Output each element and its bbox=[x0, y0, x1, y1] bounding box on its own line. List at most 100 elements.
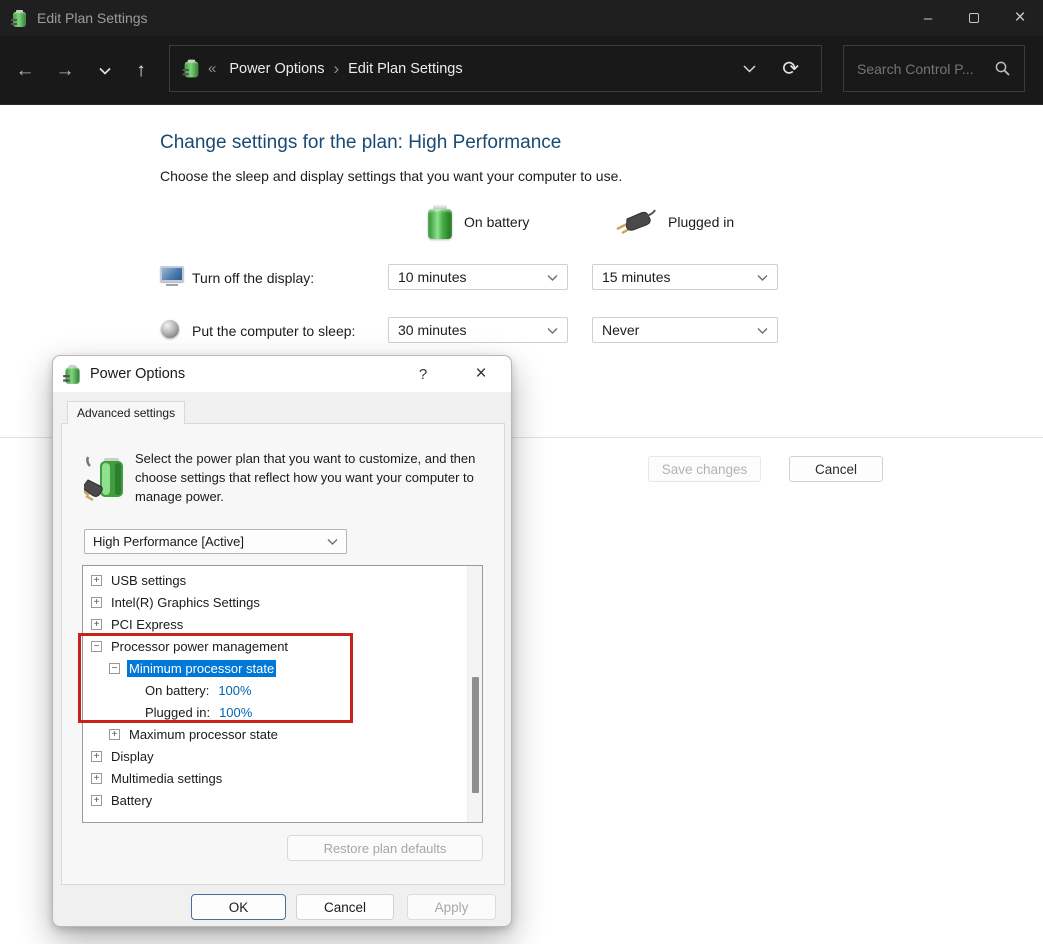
recent-pages-button[interactable] bbox=[88, 36, 122, 105]
expand-icon[interactable]: + bbox=[109, 729, 120, 740]
dialog-close-button[interactable]: × bbox=[459, 356, 503, 392]
help-icon: ? bbox=[419, 366, 427, 383]
tree-item-label[interactable]: Maximum processor state bbox=[127, 726, 280, 743]
forward-button[interactable]: → bbox=[48, 36, 82, 105]
tree-item[interactable]: On battery: 100% bbox=[83, 679, 482, 701]
sleep-on-battery-select[interactable]: 30 minutes bbox=[388, 317, 568, 343]
dialog-titlebar: Power Options ? × bbox=[53, 356, 511, 392]
tree-item[interactable]: + Display bbox=[83, 745, 482, 767]
minimize-button[interactable]: – bbox=[905, 0, 951, 36]
tree-item-label[interactable]: PCI Express bbox=[109, 616, 185, 633]
advanced-settings-panel: Select the power plan that you want to c… bbox=[61, 423, 505, 885]
tree-item-label[interactable]: Battery bbox=[109, 792, 154, 809]
tree-item-label[interactable]: On battery: bbox=[143, 682, 211, 699]
expand-icon[interactable]: + bbox=[91, 597, 102, 608]
minimize-icon: – bbox=[924, 10, 932, 27]
computer-sleep-label: Put the computer to sleep: bbox=[192, 323, 355, 339]
address-bar[interactable]: « Power Options › Edit Plan Settings ⟳ bbox=[169, 45, 822, 92]
display-plugged-in-value: 15 minutes bbox=[602, 269, 670, 285]
up-button[interactable]: ↑ bbox=[124, 36, 158, 105]
plugged-in-label: Plugged in bbox=[668, 214, 734, 230]
close-icon: × bbox=[475, 363, 486, 385]
display-icon bbox=[160, 266, 184, 286]
display-on-battery-select[interactable]: 10 minutes bbox=[388, 264, 568, 290]
settings-tree: + USB settings + Intel(R) Graphics Settings… bbox=[83, 566, 482, 811]
expand-icon[interactable]: + bbox=[91, 619, 102, 630]
window-titlebar: Edit Plan Settings – × bbox=[0, 0, 1043, 36]
refresh-icon[interactable]: ⟳ bbox=[782, 59, 799, 79]
tree-item-label[interactable]: Multimedia settings bbox=[109, 770, 224, 787]
on-battery-label: On battery bbox=[464, 214, 529, 230]
tree-item-label[interactable]: Intel(R) Graphics Settings bbox=[109, 594, 262, 611]
address-dropdown-icon[interactable] bbox=[743, 64, 756, 73]
dialog-title: Power Options bbox=[90, 366, 185, 382]
expand-icon[interactable]: + bbox=[91, 795, 102, 806]
back-icon: ← bbox=[16, 60, 35, 82]
dialog-description: Select the power plan that you want to c… bbox=[135, 449, 491, 506]
tree-item[interactable]: + Battery bbox=[83, 789, 482, 811]
collapse-icon[interactable]: − bbox=[109, 663, 120, 674]
tree-item-value[interactable]: 100% bbox=[218, 683, 251, 698]
display-plugged-in-select[interactable]: 15 minutes bbox=[592, 264, 778, 290]
window-title: Edit Plan Settings bbox=[37, 10, 148, 26]
main-cancel-button[interactable]: Cancel bbox=[789, 456, 883, 482]
page-title: Change settings for the plan: High Perfo… bbox=[160, 132, 561, 154]
tree-item[interactable]: + Maximum processor state bbox=[83, 723, 482, 745]
sleep-on-battery-value: 30 minutes bbox=[398, 322, 466, 338]
up-icon: ↑ bbox=[136, 60, 146, 82]
tree-item[interactable]: −Minimum processor state bbox=[83, 657, 482, 679]
ok-button[interactable]: OK bbox=[191, 894, 286, 920]
plug-icon bbox=[614, 209, 656, 235]
save-changes-button[interactable]: Save changes bbox=[648, 456, 761, 482]
help-button[interactable]: ? bbox=[401, 356, 445, 392]
tree-item-value[interactable]: 100% bbox=[219, 705, 252, 720]
sleep-plugged-in-select[interactable]: Never bbox=[592, 317, 778, 343]
breadcrumb-separator-icon: › bbox=[333, 59, 339, 79]
tree-item-label[interactable]: Plugged in: bbox=[143, 704, 212, 721]
tree-item[interactable]: −Processor power management bbox=[83, 635, 482, 657]
power-plan-select[interactable]: High Performance [Active] bbox=[84, 529, 347, 554]
tree-item-label[interactable]: Minimum processor state bbox=[127, 660, 276, 677]
tree-item[interactable]: + Multimedia settings bbox=[83, 767, 482, 789]
scrollbar-thumb[interactable] bbox=[472, 677, 479, 793]
dialog-cancel-button[interactable]: Cancel bbox=[296, 894, 394, 920]
expand-icon[interactable]: + bbox=[91, 751, 102, 762]
tree-item-label[interactable]: USB settings bbox=[109, 572, 188, 589]
chevron-down-icon bbox=[547, 274, 558, 281]
expand-icon[interactable]: + bbox=[91, 773, 102, 784]
tree-item[interactable]: Plugged in: 100% bbox=[83, 701, 482, 723]
breadcrumb-item-edit-plan-settings[interactable]: Edit Plan Settings bbox=[348, 61, 462, 77]
on-battery-column-header: On battery bbox=[428, 205, 529, 239]
breadcrumb-item-power-options[interactable]: Power Options bbox=[229, 61, 324, 77]
maximize-button[interactable] bbox=[951, 0, 997, 36]
power-options-dialog: Power Options ? × Advanced settings Sele… bbox=[52, 355, 512, 927]
turn-off-display-label: Turn off the display: bbox=[192, 270, 314, 286]
collapse-icon[interactable]: − bbox=[91, 641, 102, 652]
sleep-plugged-in-value: Never bbox=[602, 322, 639, 338]
search-box[interactable] bbox=[843, 45, 1025, 92]
apply-button[interactable]: Apply bbox=[407, 894, 496, 920]
chevron-down-icon bbox=[757, 327, 768, 334]
expand-icon[interactable]: + bbox=[91, 575, 102, 586]
search-icon[interactable] bbox=[994, 60, 1011, 77]
tree-item-label[interactable]: Display bbox=[109, 748, 156, 765]
power-app-icon bbox=[12, 10, 27, 27]
tree-item-label[interactable]: Processor power management bbox=[109, 638, 290, 655]
sleep-icon bbox=[161, 320, 179, 338]
power-options-icon bbox=[64, 365, 81, 384]
search-input[interactable] bbox=[844, 61, 994, 77]
advanced-settings-list[interactable]: + USB settings + Intel(R) Graphics Settings… bbox=[82, 565, 483, 823]
breadcrumb-overflow-icon[interactable]: « bbox=[208, 60, 216, 77]
back-button[interactable]: ← bbox=[8, 36, 42, 105]
tree-item[interactable]: + USB settings bbox=[83, 569, 482, 591]
restore-plan-defaults-button[interactable]: Restore plan defaults bbox=[287, 835, 483, 861]
battery-icon bbox=[428, 205, 452, 239]
tab-advanced-settings[interactable]: Advanced settings bbox=[67, 401, 185, 424]
close-button[interactable]: × bbox=[997, 0, 1043, 36]
list-scrollbar[interactable] bbox=[467, 566, 482, 822]
forward-icon: → bbox=[56, 60, 75, 82]
chevron-down-icon bbox=[757, 274, 768, 281]
location-icon bbox=[184, 60, 200, 78]
tree-item[interactable]: + PCI Express bbox=[83, 613, 482, 635]
tree-item[interactable]: + Intel(R) Graphics Settings bbox=[83, 591, 482, 613]
